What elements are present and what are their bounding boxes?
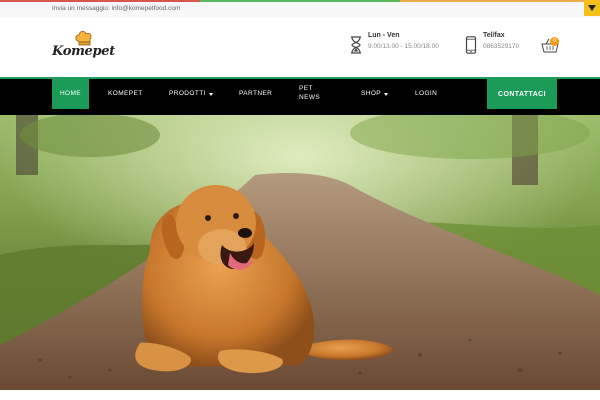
hero-image bbox=[0, 115, 600, 390]
nav-item-partner[interactable]: Partner bbox=[239, 79, 272, 109]
nav-label-partner: Partner bbox=[239, 89, 273, 97]
phone-info: Tel/fax 0863529170 bbox=[464, 32, 519, 54]
nav-label-pet-news: Pet news bbox=[299, 85, 321, 101]
nav-label-home: Home bbox=[59, 89, 82, 97]
nav-item-shop[interactable]: Shop bbox=[361, 79, 389, 109]
contact-message[interactable]: Invia un messaggio: info@komepetfood.com bbox=[52, 5, 180, 12]
nav-item-home[interactable]: Home bbox=[52, 79, 89, 109]
cart-count-badge: 0 bbox=[550, 37, 559, 46]
top-bar-toggle[interactable] bbox=[584, 0, 600, 16]
hours-value: 9.00/13.00 - 15.00/18.00 bbox=[368, 43, 439, 50]
top-bar: Invia un messaggio: info@komepetfood.com bbox=[0, 0, 600, 18]
nav-item-komepet[interactable]: Komepet bbox=[108, 79, 143, 109]
bottom-spacer bbox=[0, 390, 600, 400]
hours-title: Lun - Ven bbox=[368, 32, 400, 39]
logo-text: Komepet bbox=[52, 44, 115, 59]
golden-retriever-photo bbox=[0, 115, 600, 390]
nav-label-prodotti: Prodotti bbox=[169, 89, 206, 97]
top-color-stripe bbox=[0, 0, 600, 2]
nav-label-komepet: Komepet bbox=[108, 89, 143, 97]
site-logo[interactable]: Komepet bbox=[52, 30, 118, 66]
caret-down-icon bbox=[208, 92, 213, 96]
phone-number[interactable]: 0863529170 bbox=[483, 43, 519, 50]
caret-down-icon bbox=[384, 92, 389, 96]
mobile-phone-icon bbox=[465, 36, 477, 54]
nav-item-pet-news[interactable]: Pet news bbox=[299, 79, 329, 109]
contact-us-button[interactable]: Contattaci bbox=[487, 79, 557, 109]
nav-item-prodotti[interactable]: Prodotti bbox=[169, 79, 213, 109]
chevron-down-icon bbox=[588, 5, 596, 11]
main-nav: Home Komepet Prodotti Partner Pet news S… bbox=[0, 77, 600, 115]
opening-hours: Lun - Ven 9.00/13.00 - 15.00/18.00 bbox=[349, 32, 439, 54]
hourglass-icon bbox=[351, 36, 361, 54]
site-header: Komepet Lun - Ven 9.00/13.00 - 15.00/18.… bbox=[0, 18, 600, 76]
nav-label-shop: Shop bbox=[361, 89, 382, 97]
phone-title: Tel/fax bbox=[483, 32, 505, 39]
nav-label-login: Login bbox=[415, 89, 438, 97]
nav-item-login[interactable]: Login bbox=[415, 79, 437, 109]
